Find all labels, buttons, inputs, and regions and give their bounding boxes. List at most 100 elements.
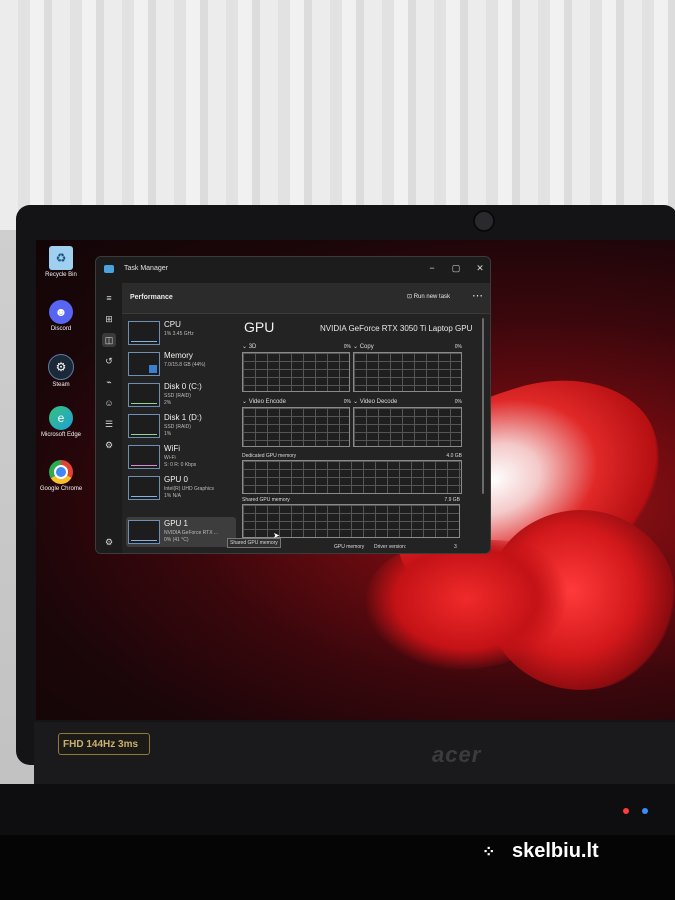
engine-selector-copy[interactable]: ⌄ Copy <box>353 343 374 350</box>
disk0-mini-graph <box>128 383 160 407</box>
gpu0-mini-graph <box>128 476 160 500</box>
users-icon[interactable]: ☺ <box>102 396 116 410</box>
desktop-icon-discord[interactable]: ☻ Discord <box>38 300 84 333</box>
perf-item-name: Memory <box>164 351 193 360</box>
discord-icon: ☻ <box>49 300 73 324</box>
details-icon[interactable]: ☰ <box>102 417 116 431</box>
performance-icon[interactable]: ◫ <box>102 333 116 347</box>
perf-item-usage: 1% <box>164 431 172 437</box>
perf-item-gpu1[interactable]: GPU 1 NVIDIA GeForce RTX ... 0% (41 °C) <box>126 517 236 547</box>
perf-item-cpu[interactable]: CPU 1% 3.45 GHz <box>126 318 236 348</box>
startup-apps-icon[interactable]: ⌁ <box>102 375 116 389</box>
perf-item-detail: 7.0/15.8 GB (44%) <box>164 362 206 368</box>
engine-selector-video-encode[interactable]: ⌄ Video Encode <box>242 398 286 405</box>
watermark-dots-icon: ⁘ <box>482 843 496 861</box>
perf-item-disk1[interactable]: Disk 1 (D:) SSD (RAID) 1% <box>126 411 236 441</box>
perf-item-detail: NVIDIA GeForce RTX ... <box>164 530 219 536</box>
chevron-down-icon: ⌄ <box>242 399 249 405</box>
gpu-detail-panel: GPU NVIDIA GeForce RTX 3050 Ti Laptop GP… <box>238 314 490 553</box>
display-badge: FHD 144Hz 3ms <box>58 733 150 755</box>
run-new-task-label: Run new task <box>413 294 451 300</box>
steam-icon: ⚙ <box>48 354 74 380</box>
engine-selector-video-decode[interactable]: ⌄ Video Decode <box>353 398 397 405</box>
desktop-icon-recycle-bin[interactable]: ♻ Recycle Bin <box>38 246 84 279</box>
performance-list: CPU 1% 3.45 GHz Memory 7.0/15.8 GB (44%)… <box>122 314 238 553</box>
perf-item-detail: 1% 3.45 GHz <box>164 331 194 337</box>
run-new-task-button[interactable]: ⊡ Run new task <box>407 293 450 300</box>
perf-item-gpu0[interactable]: GPU 0 Intel(R) UHD Graphics 1% N/A <box>126 473 236 503</box>
dedicated-memory-graph <box>242 460 462 494</box>
dedicated-memory-value: 4.0 GB <box>446 453 462 459</box>
settings-icon[interactable]: ⚙ <box>102 535 116 549</box>
3d-usage-graph <box>242 352 350 392</box>
gpu-memory-label: GPU memory <box>334 544 365 550</box>
edge-icon: e <box>49 406 73 430</box>
chevron-down-icon: ⌄ <box>353 399 360 405</box>
more-options-button[interactable]: ⋯ <box>472 289 483 302</box>
chevron-down-icon: ⌄ <box>353 344 360 350</box>
chrome-icon <box>49 460 73 484</box>
driver-version-label: Driver version: <box>374 544 407 550</box>
run-task-icon: ⊡ <box>407 294 414 300</box>
scrollbar[interactable] <box>482 318 484 494</box>
minimize-button[interactable]: − <box>420 260 444 276</box>
menu-icon[interactable]: ≡ <box>102 291 116 305</box>
engine-selector-3d[interactable]: ⌄ 3D <box>242 343 256 350</box>
perf-item-detail: Intel(R) UHD Graphics <box>164 486 215 492</box>
performance-header: Performance ⊡ Run new task ⋯ <box>122 283 490 314</box>
gpu-heading: GPU <box>244 319 275 335</box>
maximize-button[interactable]: ▢ <box>444 260 468 276</box>
copy-usage-graph <box>353 352 462 392</box>
desktop-icon-label: Microsoft Edge <box>40 432 82 438</box>
desktop-icon-label: Steam <box>52 382 70 388</box>
engine-label: Video Encode <box>248 399 286 405</box>
task-manager-window[interactable]: Task Manager − ▢ ✕ ≡ ⊞ ◫ ↺ ⌁ ☺ ☰ ⚙ ⚙ Per… <box>95 256 491 554</box>
perf-item-wifi[interactable]: WiFi Wi-Fi S: 0 R: 0 Kbps <box>126 442 236 472</box>
watermark-text: skelbiu.lt <box>512 840 599 862</box>
chevron-down-icon: ⌄ <box>242 344 249 350</box>
perf-item-name: CPU <box>164 320 181 329</box>
cpu-mini-graph <box>128 321 160 345</box>
desktop-icon-chrome[interactable]: Google Chrome <box>38 460 84 493</box>
desktop-icon-label: Recycle Bin <box>45 272 77 278</box>
memory-mini-graph <box>128 352 160 376</box>
status-led-icon <box>642 808 648 814</box>
processes-icon[interactable]: ⊞ <box>102 312 116 326</box>
window-title: Task Manager <box>124 265 168 272</box>
gpu1-mini-graph <box>128 520 160 544</box>
perf-item-usage: 1% N/A <box>164 493 181 499</box>
engine-value: 0% <box>343 344 351 350</box>
desktop-icon-edge[interactable]: e Microsoft Edge <box>38 406 84 439</box>
app-history-icon[interactable]: ↺ <box>102 354 116 368</box>
engine-label: Video Decode <box>359 399 398 405</box>
engine-label: 3D <box>248 344 257 350</box>
navigation-rail: ≡ ⊞ ◫ ↺ ⌁ ☺ ☰ ⚙ ⚙ <box>96 283 122 553</box>
dedicated-memory-label: Dedicated GPU memory <box>242 453 297 459</box>
services-icon[interactable]: ⚙ <box>102 438 116 452</box>
page-title: Performance <box>130 294 173 301</box>
perf-item-detail: Wi-Fi <box>164 455 176 461</box>
gpu-model-name: NVIDIA GeForce RTX 3050 Ti Laptop GPU <box>320 324 473 333</box>
mouse-cursor-icon: ➤ <box>273 531 280 540</box>
perf-item-name: WiFi <box>164 444 180 453</box>
engine-value: 0% <box>454 344 462 350</box>
shared-memory-label: Shared GPU memory <box>242 497 290 503</box>
recycle-bin-icon: ♻ <box>49 246 73 270</box>
perf-item-disk0[interactable]: Disk 0 (C:) SSD (RAID) 2% <box>126 380 236 410</box>
power-led-icon <box>623 808 629 814</box>
video-encode-usage-graph <box>242 407 350 447</box>
webcam-icon <box>473 210 495 232</box>
perf-item-usage: 0% (41 °C) <box>164 537 189 543</box>
title-bar[interactable]: Task Manager − ▢ ✕ <box>96 257 490 283</box>
desktop-icon-steam[interactable]: ⚙ Steam <box>38 354 84 389</box>
driver-version-value: 3 <box>454 544 457 550</box>
perf-item-name: GPU 0 <box>164 475 189 484</box>
brand-logo: acer <box>432 742 482 767</box>
close-button[interactable]: ✕ <box>468 260 490 276</box>
task-manager-icon <box>104 265 114 273</box>
perf-item-detail: SSD (RAID) <box>164 393 191 399</box>
perf-item-name: Disk 1 (D:) <box>164 413 202 422</box>
perf-item-memory[interactable]: Memory 7.0/15.8 GB (44%) <box>126 349 236 379</box>
perf-item-name: Disk 0 (C:) <box>164 382 202 391</box>
watermark: ⁘ skelbiu.lt <box>482 840 599 863</box>
